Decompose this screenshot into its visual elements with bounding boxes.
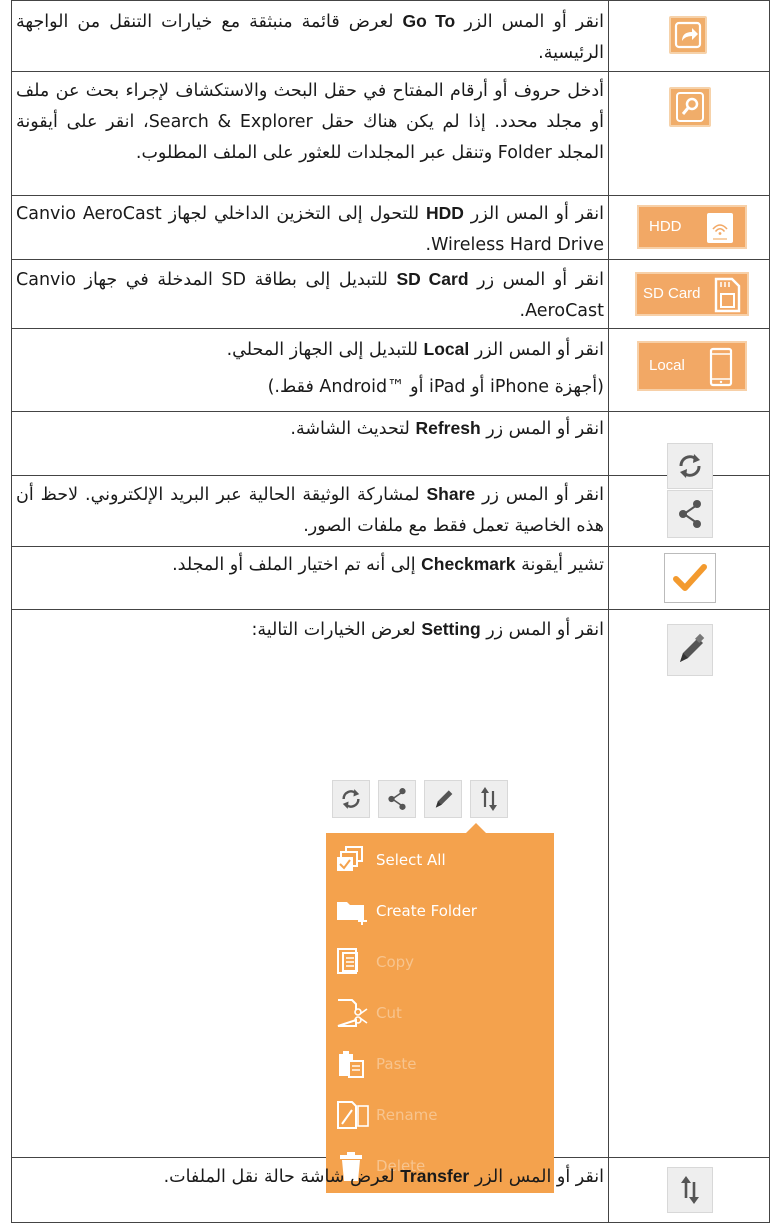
toolbar-refresh-button[interactable] — [332, 780, 370, 818]
desc-after: لتحديث الشاشة. — [290, 419, 410, 439]
desc-before: انقر أو المس زر — [477, 270, 604, 290]
sd-card-button-label: SD Card — [643, 285, 701, 302]
copy-icon — [337, 948, 358, 974]
menu-item-label: Create Folder — [376, 902, 477, 920]
select-all-icon — [337, 846, 363, 871]
toolbar-share-button[interactable] — [378, 780, 416, 818]
desc-before: انقر أو المس زر — [486, 620, 604, 640]
search-icon-cell — [609, 71, 770, 195]
hdd-button-label: HDD — [649, 218, 682, 235]
paste-icon — [339, 1051, 364, 1078]
setting-icon-cell — [609, 609, 770, 1157]
keyword: Local — [423, 339, 470, 359]
sd-card-button[interactable]: SD Card — [635, 272, 749, 316]
search-description: أدخل حروف أو أرقام المفتاح في حقل البحث … — [16, 76, 604, 169]
share-icon — [679, 500, 701, 528]
menu-item-copy[interactable]: Copy — [326, 937, 554, 988]
desc-before: انقر أو المس الزر — [474, 1167, 604, 1187]
go-to-arrow-icon[interactable] — [669, 16, 707, 54]
local-button[interactable]: Local — [637, 341, 747, 391]
keyword: Transfer — [400, 1166, 470, 1186]
pencil-icon — [435, 790, 453, 808]
search-magnifier-icon[interactable] — [669, 87, 711, 127]
desc-before: انقر أو المس الزر — [470, 204, 604, 224]
desc-before: انقر أو المس زر — [486, 419, 604, 439]
menu-item-label: Rename — [376, 1106, 438, 1124]
menu-pointer — [466, 823, 486, 833]
phone-icon — [709, 347, 733, 387]
menu-item-label: Cut — [376, 1004, 402, 1022]
menu-item-create-folder[interactable]: Create Folder — [326, 886, 554, 937]
checkmark-icon — [673, 564, 707, 591]
share-button[interactable] — [667, 490, 713, 538]
transfer-arrows-icon — [681, 1176, 699, 1204]
desc-before: انقر أو المس الزر — [474, 340, 604, 360]
refresh-description: انقر أو المس زر Refresh لتحديث الشاشة. — [16, 413, 604, 445]
keyword: Checkmark — [421, 554, 516, 574]
menu-item-label: Paste — [376, 1055, 417, 1073]
share-icon-cell — [609, 475, 770, 546]
transfer-icon — [481, 787, 497, 811]
refresh-icon — [342, 789, 360, 809]
checkmark-box — [664, 553, 716, 603]
menu-item-label: Copy — [376, 953, 415, 971]
keyword: Refresh — [415, 418, 481, 438]
sdcard-description: انقر أو المس زر SD Card للتبديل إلى بطاق… — [16, 264, 604, 327]
transfer-description: انقر أو المس الزر Transfer لعرض شاشة حال… — [16, 1161, 604, 1193]
setting-dropdown-menu: Select All Create Folder Copy Cut Paste … — [326, 833, 554, 1193]
hdd-wireless-icon — [707, 213, 733, 243]
local-button-label: Local — [649, 357, 685, 374]
cut-icon — [337, 999, 368, 1027]
desc-after: إلى أنه تم اختيار الملف أو المجلد. — [172, 555, 416, 575]
local-icon-cell: Local — [609, 328, 770, 411]
sdcard-icon-cell: SD Card — [609, 259, 770, 328]
menu-item-paste[interactable]: Paste — [326, 1039, 554, 1090]
desc-before: تشير أيقونة — [521, 555, 604, 575]
share-icon — [388, 788, 406, 810]
keyword: SD Card — [396, 269, 469, 289]
menu-item-select-all[interactable]: Select All — [326, 835, 554, 886]
instruction-table: انقر أو المس الزر Go To لعرض قائمة منبثق… — [11, 0, 770, 1223]
desc-line2: (أجهزة iPhone أو iPad أو ™Android فقط.) — [267, 377, 604, 397]
hdd-button[interactable]: HDD — [637, 205, 747, 249]
toolbar-pencil-button[interactable] — [424, 780, 462, 818]
pencil-setting-icon — [680, 633, 705, 662]
checkmark-description: تشير أيقونة Checkmark إلى أنه تم اختيار … — [16, 549, 604, 581]
goto-icon-cell — [609, 0, 770, 71]
hdd-description: انقر أو المس الزر HDD للتحول إلى التخزين… — [16, 198, 604, 261]
transfer-button[interactable] — [667, 1167, 713, 1213]
setting-toolbar — [332, 780, 582, 820]
menu-item-rename[interactable]: Rename — [326, 1090, 554, 1141]
sd-card-icon — [714, 277, 741, 313]
share-description: انقر أو المس زر Share لمشاركة الوثيقة ال… — [16, 479, 604, 542]
setting-button[interactable] — [667, 624, 713, 676]
desc-before: انقر أو المس زر — [482, 485, 604, 505]
transfer-icon-cell — [609, 1157, 770, 1222]
hdd-icon-cell: HDD — [609, 195, 770, 259]
menu-item-cut[interactable]: Cut — [326, 988, 554, 1039]
keyword: HDD — [425, 203, 464, 223]
create-folder-icon — [337, 902, 367, 925]
menu-item-label: Select All — [376, 851, 446, 869]
desc-after: لعرض شاشة حالة نقل الملفات. — [163, 1167, 395, 1187]
keyword: Share — [426, 484, 476, 504]
row-divider — [12, 1222, 769, 1223]
setting-description: انقر أو المس زر Setting لعرض الخيارات ال… — [16, 614, 604, 646]
desc-after: لعرض الخيارات التالية: — [251, 620, 416, 640]
checkmark-icon-cell — [609, 546, 770, 609]
keyword: Setting — [421, 619, 481, 639]
keyword: Go To — [402, 11, 456, 31]
goto-description: انقر أو المس الزر Go To لعرض قائمة منبثق… — [16, 6, 604, 69]
desc-before: انقر أو المس الزر — [464, 12, 604, 32]
toolbar-transfer-button[interactable] — [470, 780, 508, 818]
rename-icon — [337, 1101, 369, 1129]
desc-full: أدخل حروف أو أرقام المفتاح في حقل البحث … — [16, 81, 605, 163]
desc-after: للتبديل إلى الجهاز المحلي. — [226, 340, 418, 360]
local-description: انقر أو المس الزر Local للتبديل إلى الجه… — [16, 331, 604, 406]
refresh-icon-cell — [609, 411, 770, 489]
